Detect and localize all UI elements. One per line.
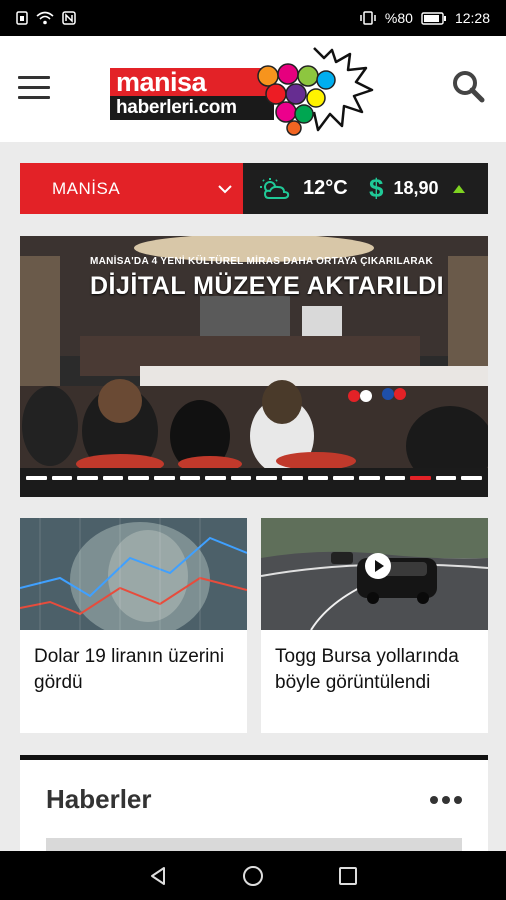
dollar-bill-image xyxy=(20,518,247,630)
status-left-icons xyxy=(16,11,76,25)
chevron-down-icon xyxy=(218,184,232,193)
card-image xyxy=(20,518,247,630)
recents-icon[interactable] xyxy=(336,864,360,888)
news-card-togg[interactable]: Togg Bursa yollarında böyle görüntülendi xyxy=(261,518,488,733)
card-title: Togg Bursa yollarında böyle görüntülendi xyxy=(275,646,459,693)
news-card-dollar[interactable]: Dolar 19 liranın üzerini gördü xyxy=(20,518,247,733)
slider-dot[interactable] xyxy=(128,476,150,480)
slider-dot[interactable] xyxy=(282,476,303,480)
app-header: manisa haberleri.com xyxy=(0,36,506,142)
slider-dot[interactable] xyxy=(26,476,47,480)
battery-percent: %80 xyxy=(384,10,413,26)
search-icon[interactable] xyxy=(450,68,486,104)
info-bar: MANİSA 12°C $ 18,90 xyxy=(20,163,488,214)
city-selector[interactable]: MANİSA xyxy=(20,163,243,214)
android-nav-bar xyxy=(0,851,506,900)
slider-dot[interactable] xyxy=(410,476,431,480)
slider-dot[interactable] xyxy=(102,476,124,480)
card-title: Dolar 19 liranın üzerini gördü xyxy=(34,646,225,693)
slider-dot[interactable] xyxy=(384,476,406,480)
slider-dot[interactable] xyxy=(435,476,457,480)
slider-indicators xyxy=(26,476,482,482)
nfc-icon xyxy=(62,11,76,25)
section-title: Haberler xyxy=(46,784,152,814)
status-right: %80 12:28 xyxy=(359,10,490,26)
battery-icon xyxy=(421,11,446,25)
haberler-section: Haberler xyxy=(20,755,488,858)
slider-dot[interactable] xyxy=(154,476,175,480)
info-widgets: 12°C $ 18,90 xyxy=(243,163,488,214)
hero-slider[interactable]: MANİSA'DA 4 YENİ KÜLTÜREL MİRAS DAHA ORT… xyxy=(20,236,488,497)
slider-dot[interactable] xyxy=(256,476,278,480)
status-bar: %80 12:28 xyxy=(0,0,506,36)
trend-up-icon xyxy=(452,184,465,193)
card-image xyxy=(261,518,488,630)
slider-dot[interactable] xyxy=(307,476,329,480)
slider-dot[interactable] xyxy=(51,476,73,480)
hero-kicker: MANİSA'DA 4 YENİ KÜLTÜREL MİRAS DAHA ORT… xyxy=(90,256,433,267)
slider-dot[interactable] xyxy=(333,476,354,480)
home-icon[interactable] xyxy=(241,864,265,888)
city-label: MANİSA xyxy=(52,178,121,198)
weather-widget: 12°C xyxy=(243,177,363,201)
currency-rate: 18,90 xyxy=(393,178,439,198)
vibrate-icon xyxy=(360,11,376,25)
clock: 12:28 xyxy=(454,10,490,26)
sim-icon xyxy=(16,11,28,25)
currency-widget: $ 18,90 xyxy=(363,173,465,204)
partly-cloudy-icon xyxy=(260,177,290,199)
slider-dot[interactable] xyxy=(461,476,482,480)
dollar-icon: $ xyxy=(369,173,384,203)
wifi-icon xyxy=(36,11,54,25)
slider-dot[interactable] xyxy=(205,476,226,480)
logo-text-bottom: haberleri.com xyxy=(116,97,237,118)
slider-dot[interactable] xyxy=(358,476,380,480)
temperature: 12°C xyxy=(303,177,348,199)
slider-dot[interactable] xyxy=(179,476,201,480)
slider-dot[interactable] xyxy=(230,476,252,480)
site-logo[interactable]: manisa haberleri.com xyxy=(110,44,380,136)
slider-dot[interactable] xyxy=(77,476,98,480)
more-horizontal-icon[interactable] xyxy=(430,796,466,806)
logo-text-top: manisa xyxy=(110,68,274,96)
hero-headline: DİJİTAL MÜZEYE AKTARILDI xyxy=(90,272,445,300)
video-play-icon[interactable] xyxy=(365,553,391,579)
grape-logo-icon xyxy=(257,47,374,136)
back-icon[interactable] xyxy=(146,864,170,888)
hamburger-icon[interactable] xyxy=(18,76,50,100)
